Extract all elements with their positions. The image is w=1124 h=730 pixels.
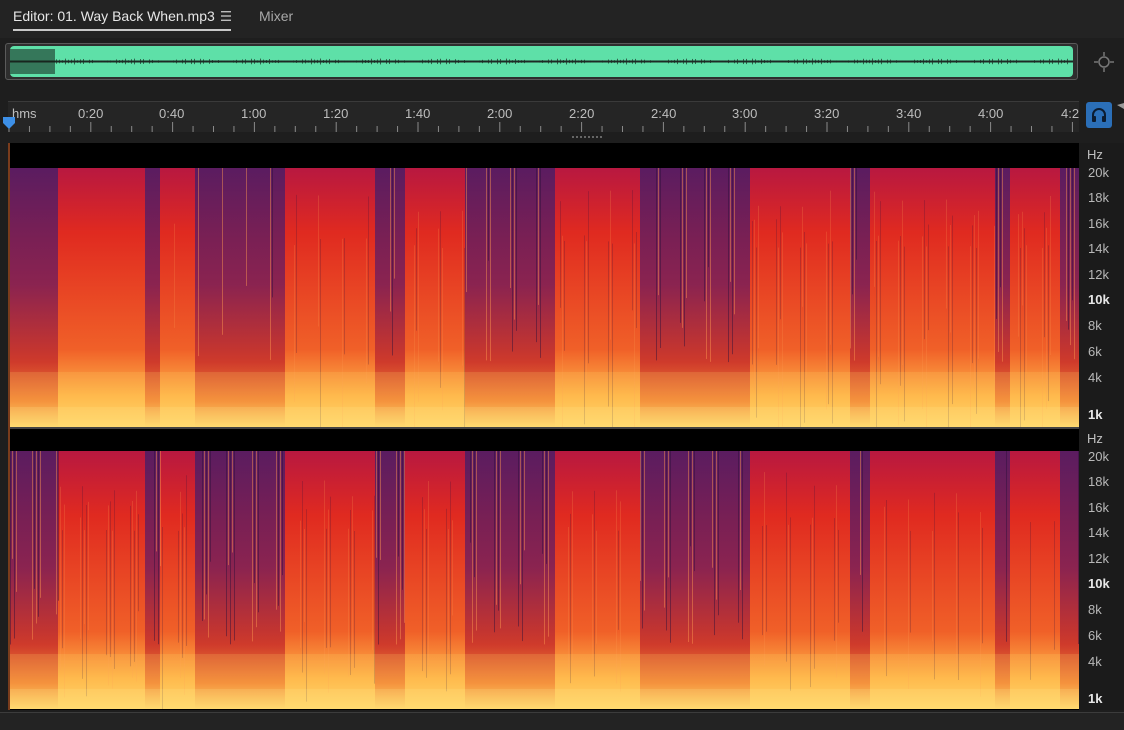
time-label: 4:00 <box>978 106 1004 121</box>
headphones-icon <box>1092 108 1106 122</box>
freq-label: 8k <box>1088 602 1102 617</box>
spectrogram-channel-right[interactable] <box>10 451 1079 709</box>
time-label: 2:00 <box>487 106 513 121</box>
freq-label: 6k <box>1088 344 1102 359</box>
time-label: 2:20 <box>569 106 595 121</box>
hamburger-menu-icon[interactable] <box>220 10 232 22</box>
freq-label: 16k <box>1088 500 1109 515</box>
freq-label: 8k <box>1088 318 1102 333</box>
spectrogram-channel-left[interactable] <box>10 168 1079 427</box>
monitor-headphones-button[interactable] <box>1086 102 1112 128</box>
freq-label: 1k <box>1088 691 1103 706</box>
freq-label: 1k <box>1088 407 1103 422</box>
tab-editor[interactable]: Editor: 01. Way Back When.mp3 <box>13 8 215 24</box>
time-label: 1:20 <box>323 106 349 121</box>
spectrogram-left <box>10 168 1079 427</box>
freq-label: 16k <box>1088 216 1109 231</box>
freq-label: 18k <box>1088 190 1109 205</box>
freq-label: 4k <box>1088 654 1102 669</box>
panel-edge-marker <box>1117 103 1124 109</box>
time-label: 2:40 <box>651 106 677 121</box>
channel-divider <box>8 427 1079 429</box>
freq-label: 20k <box>1088 165 1109 180</box>
overview-waveform-bar[interactable] <box>5 43 1078 80</box>
playhead-line <box>8 143 10 710</box>
freq-label: 6k <box>1088 628 1102 643</box>
time-label: 3:00 <box>732 106 758 121</box>
hz-unit-label: Hz <box>1087 431 1103 446</box>
freq-label: 18k <box>1088 474 1109 489</box>
status-strip <box>0 712 1124 730</box>
resize-grip-icon[interactable] <box>572 135 604 139</box>
freq-label: 10k <box>1088 576 1110 591</box>
tab-mixer[interactable]: Mixer <box>259 8 293 24</box>
time-label: 4:2 <box>1061 106 1080 121</box>
overview-waveform <box>10 46 1073 77</box>
time-label: 3:20 <box>814 106 840 121</box>
frequency-scale: Hz 20k 18k 16k 14k 12k 10k 8k 6k 4k 1k H… <box>1079 143 1124 710</box>
time-label: 3:40 <box>896 106 922 121</box>
panel-tab-bar: Editor: 01. Way Back When.mp3 Mixer <box>0 0 1124 38</box>
time-label: 0:20 <box>78 106 104 121</box>
freq-label: 10k <box>1088 292 1110 307</box>
time-label: 0:40 <box>159 106 185 121</box>
spectrogram-right <box>10 451 1079 709</box>
playhead-marker-icon[interactable] <box>2 116 16 130</box>
time-label: 1:40 <box>405 106 431 121</box>
freq-label: 14k <box>1088 241 1109 256</box>
freq-label: 12k <box>1088 551 1109 566</box>
spectral-frequency-display[interactable] <box>8 143 1079 710</box>
hz-unit-label: Hz <box>1087 147 1103 162</box>
freq-label: 14k <box>1088 525 1109 540</box>
freq-label: 12k <box>1088 267 1109 282</box>
freq-label: 4k <box>1088 370 1102 385</box>
freq-label: 20k <box>1088 449 1109 464</box>
time-label: 1:00 <box>241 106 267 121</box>
active-tab-indicator <box>13 29 231 31</box>
zoom-navigator-icon[interactable] <box>1093 51 1115 73</box>
time-ruler[interactable]: hms 0:20 0:40 1:00 1:20 1:40 2:00 2:20 2… <box>8 101 1079 132</box>
